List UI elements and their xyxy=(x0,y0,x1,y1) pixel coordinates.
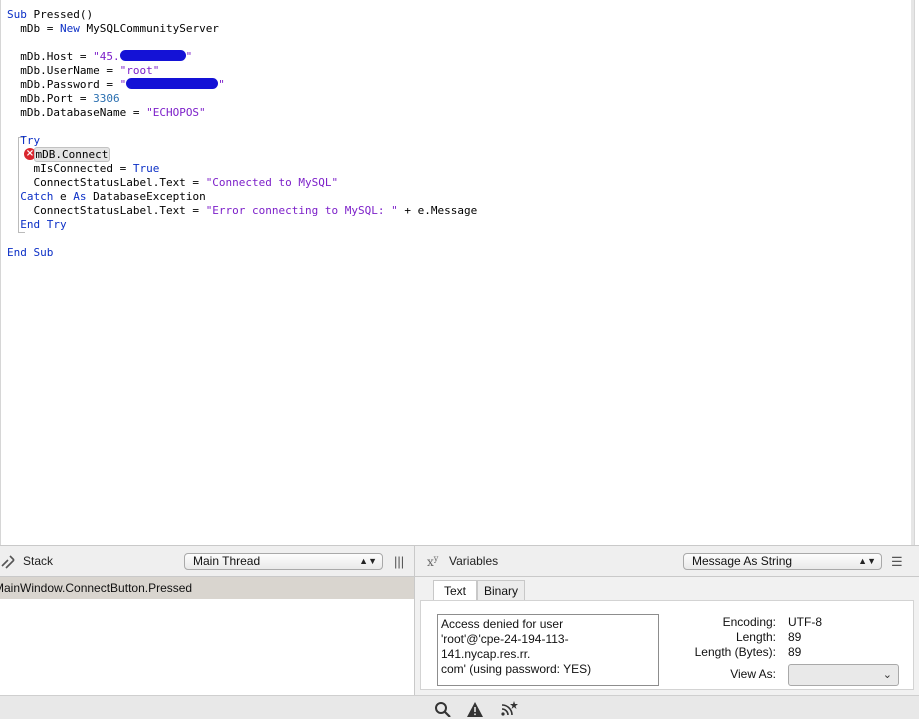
length-value: 89 xyxy=(788,630,802,644)
updown-arrows-icon: ▲▼ xyxy=(359,556,377,566)
code-line-port: mDb.Port = 3306 xyxy=(7,92,120,105)
build-status-icon[interactable] xyxy=(500,701,518,717)
redaction-mark xyxy=(119,50,186,61)
variables-icon: xy xyxy=(427,554,439,569)
code-line-connect: mDB.Connect xyxy=(7,147,477,162)
redaction-mark xyxy=(126,78,219,89)
code-line-endtry: End Try xyxy=(7,218,67,231)
tab-binary[interactable]: Binary xyxy=(477,580,525,600)
code-line-new: mDb = New MySQLCommunityServer xyxy=(7,22,219,35)
code-line-host: mDb.Host = "45. " xyxy=(7,50,193,63)
stack-frame-row[interactable]: MainWindow.ConnectButton.Pressed xyxy=(0,577,414,599)
stack-icon xyxy=(1,555,15,569)
status-bar xyxy=(0,695,919,719)
code-line-label2: ConnectStatusLabel.Text = "Error connect… xyxy=(7,204,478,217)
chevron-down-icon: ⌄ xyxy=(882,669,892,681)
code-line-endsub: End Sub xyxy=(7,246,54,259)
encoding-value: UTF-8 xyxy=(788,615,822,629)
code-line-dbname: mDb.DatabaseName = "ECHOPOS" xyxy=(7,106,206,119)
code-line-label1: ConnectStatusLabel.Text = "Connected to … xyxy=(7,176,339,189)
code-line-catch: Catch e As DatabaseException xyxy=(7,190,206,203)
code-line-try: Try xyxy=(7,134,41,147)
message-mode-select[interactable]: Message As String ▲▼ xyxy=(683,553,882,570)
code-text[interactable]: Sub Pressed() mDb = New MySQLCommunitySe… xyxy=(7,8,477,260)
variables-panel: Text Binary Access denied for user 'root… xyxy=(414,577,919,695)
stack-title: Stack xyxy=(23,554,54,568)
encoding-label: Encoding: xyxy=(722,615,776,629)
length-bytes-value: 89 xyxy=(788,645,802,659)
stack-list: MainWindow.ConnectButton.Pressed xyxy=(0,577,414,695)
length-bytes-label: Length (Bytes): xyxy=(694,645,776,659)
warning-icon[interactable] xyxy=(466,701,484,717)
tab-text[interactable]: Text xyxy=(433,580,477,601)
code-line-password: mDb.Password = " " xyxy=(7,78,225,91)
code-editor[interactable]: × Sub Pressed() mDb = New MySQLCommunity… xyxy=(0,0,915,545)
code-line-isconnected: mIsConnected = True xyxy=(7,162,160,175)
view-as-label: View As: xyxy=(730,667,776,681)
search-icon[interactable] xyxy=(434,701,452,717)
variables-panel-header: xy Variables Message As String ▲▼ ☰ xyxy=(414,545,919,577)
editor-scrollbar[interactable] xyxy=(911,0,914,545)
columns-icon[interactable]: ||| xyxy=(394,554,404,569)
stack-panel-header: Stack Main Thread ▲▼ ||| xyxy=(0,545,414,577)
view-as-select[interactable]: ⌄ xyxy=(788,664,899,686)
text-tab-content: Access denied for user 'root'@'cpe-24-19… xyxy=(420,600,914,690)
code-line-sub: Sub Pressed() xyxy=(7,8,94,21)
updown-arrows-icon: ▲▼ xyxy=(858,556,876,566)
highlighted-connect-call[interactable]: mDB.Connect xyxy=(33,147,111,162)
code-line-username: mDb.UserName = "root" xyxy=(7,64,160,77)
thread-select[interactable]: Main Thread ▲▼ xyxy=(184,553,383,570)
hamburger-menu-icon[interactable]: ☰ xyxy=(891,554,903,570)
length-label: Length: xyxy=(735,630,776,644)
message-value-textarea[interactable]: Access denied for user 'root'@'cpe-24-19… xyxy=(437,614,659,686)
variables-title: Variables xyxy=(449,554,499,568)
